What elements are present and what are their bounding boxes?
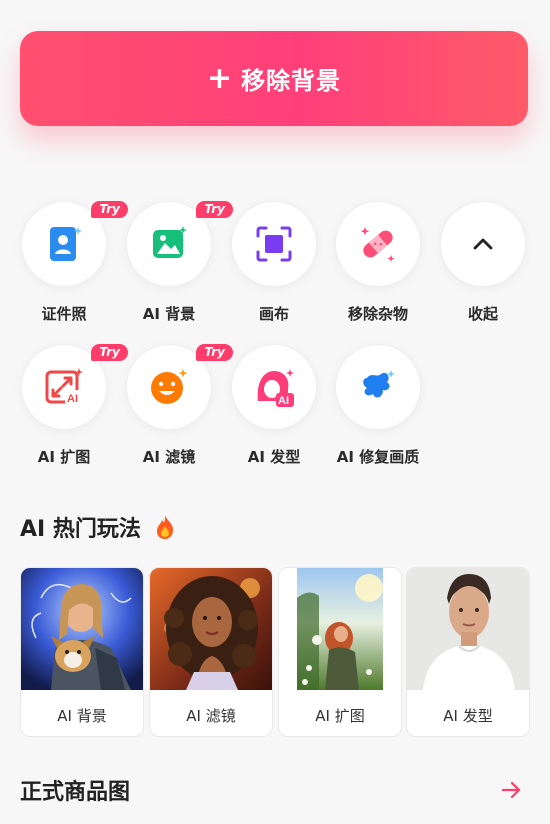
hot-cards-row: AI 背景 AI 滤镜 AI 扩图 AI 发型: [20, 567, 550, 737]
woman-with-dog-thumbnail: [21, 568, 143, 690]
svg-text:AI: AI: [67, 393, 78, 405]
curly-hair-woman-thumbnail: [150, 568, 272, 690]
repair-splash-icon: [363, 370, 395, 398]
hot-card-ai-background[interactable]: AI 背景: [20, 567, 144, 737]
tool-label: AI 滤镜: [142, 448, 196, 466]
tool-label: 移除杂物: [347, 305, 408, 323]
tool-label: 证件照: [41, 305, 87, 323]
hot-card-caption: AI 发型: [443, 707, 493, 725]
tool-label: AI 扩图: [37, 448, 91, 466]
tool-canvas[interactable]: 画布: [222, 201, 326, 324]
hot-card-ai-expand[interactable]: AI 扩图: [278, 567, 402, 737]
tool-ai-filter[interactable]: Try AI 滤镜: [117, 344, 233, 467]
tool-label: AI 发型: [247, 448, 301, 466]
remove-background-button[interactable]: + 移除背景: [20, 31, 528, 126]
man-portrait-thumbnail: [407, 568, 529, 690]
hairstyle-ai-icon: AI: [257, 369, 294, 407]
tool-ai-expand[interactable]: Try AI AI 扩图: [12, 344, 128, 467]
woman-in-field-thumbnail: [279, 568, 401, 690]
hot-card-caption: AI 背景: [57, 707, 107, 725]
image-sparkle-icon: [153, 226, 187, 258]
id-photo-icon: [50, 227, 82, 261]
tool-remove-objects[interactable]: 移除杂物: [326, 201, 430, 324]
tool-label: AI 修复画质: [336, 448, 420, 466]
hot-section-title: AI 热门玩法: [20, 511, 177, 543]
remove-background-label: 移除背景: [241, 67, 342, 95]
hot-section-title-text: AI 热门玩法: [20, 517, 141, 542]
tool-ai-hairstyle[interactable]: AI AI 发型: [222, 344, 326, 467]
tool-collapse[interactable]: 收起: [431, 201, 535, 324]
arrow-right-icon[interactable]: [500, 779, 522, 801]
fire-icon: [156, 515, 173, 539]
chevron-up-icon: [473, 238, 493, 250]
tool-ai-repair[interactable]: AI 修复画质: [326, 344, 430, 467]
smiley-filter-icon: [151, 369, 188, 404]
hot-card-ai-filter[interactable]: AI 滤镜: [149, 567, 273, 737]
svg-text:AI: AI: [278, 395, 289, 407]
tool-label: 收起: [467, 305, 498, 323]
expand-ai-icon: AI: [45, 368, 83, 405]
tool-label: AI 背景: [142, 305, 196, 323]
tool-id-photo[interactable]: Try 证件照: [12, 201, 128, 324]
plus-icon: +: [206, 60, 234, 96]
tool-label: 画布: [258, 305, 289, 323]
product-section-title: 正式商品图: [20, 780, 131, 805]
bandage-eraser-icon: [360, 227, 395, 262]
hot-card-ai-hairstyle[interactable]: AI 发型: [406, 567, 530, 737]
hot-card-caption: AI 扩图: [315, 707, 365, 725]
canvas-frame-icon: [256, 226, 292, 262]
hot-card-caption: AI 滤镜: [186, 707, 236, 725]
tool-ai-background[interactable]: Try AI 背景: [117, 201, 233, 324]
